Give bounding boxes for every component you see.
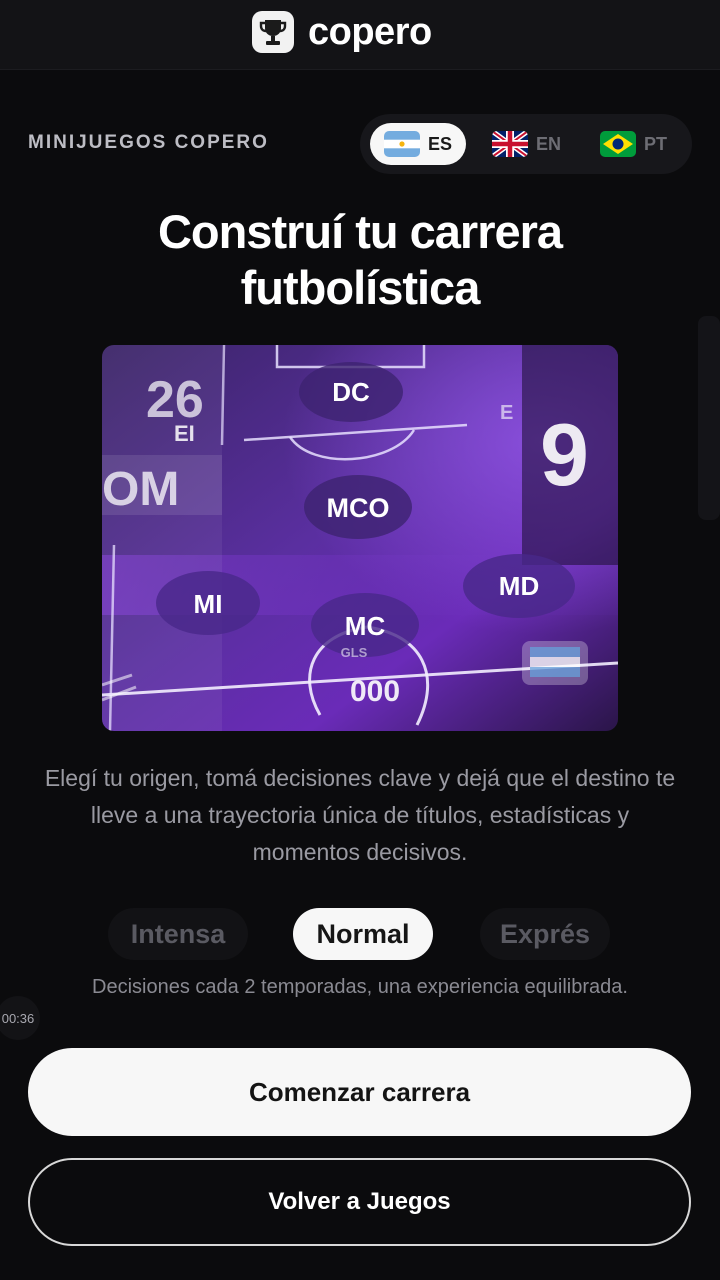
mode-normal-button[interactable]: Normal [293, 908, 433, 960]
language-option-es[interactable]: ES [370, 123, 467, 165]
scrollbar[interactable] [698, 316, 720, 520]
app-name: copero [308, 11, 432, 53]
language-switcher: ES EN PT [360, 114, 692, 174]
position-dc: DC [332, 377, 370, 407]
language-label-es: ES [428, 133, 453, 154]
position-mc: MC [345, 611, 386, 641]
football-pitch-illustration: OM 26 EI E 9 DC MCO MI MD MC GLS 000 [102, 345, 618, 731]
section-label: MINIJUEGOS COPERO [28, 132, 269, 153]
start-career-button[interactable]: Comenzar carrera [28, 1048, 691, 1136]
description-text: Elegí tu origen, tomá decisiones clave y… [44, 765, 676, 865]
position-md: MD [499, 571, 539, 601]
argentina-flag-icon [384, 131, 420, 157]
mode-description: Decisiones cada 2 temporadas, una experi… [92, 976, 628, 998]
mode-intensa-button[interactable]: Intensa [108, 908, 248, 960]
title-line-2: futbolística [240, 261, 481, 314]
brazil-flag-icon [600, 131, 636, 157]
blurred-card-number-right: 9 [540, 405, 589, 504]
page-title: Construí tu carrera futbolística [60, 204, 660, 316]
language-option-en[interactable]: EN [478, 123, 575, 165]
language-label-en: EN [536, 133, 562, 154]
blurred-label-left: EI [174, 421, 195, 446]
back-to-games-button[interactable]: Volver a Juegos [28, 1158, 691, 1246]
brand[interactable]: copero [252, 10, 432, 54]
top-bar: copero [0, 0, 720, 70]
score-value: 000 [350, 675, 400, 708]
uk-flag-icon [492, 131, 528, 157]
language-label-pt: PT [644, 133, 668, 154]
trophy-icon [252, 11, 294, 53]
position-mi: MI [194, 589, 223, 619]
score-label: GLS [341, 645, 368, 660]
language-option-pt[interactable]: PT [586, 123, 681, 165]
mode-expres-button[interactable]: Exprés [480, 908, 610, 960]
blurred-label-right: E [500, 402, 513, 424]
position-mco: MCO [327, 493, 390, 523]
title-line-1: Construí tu carrera [157, 205, 563, 258]
blurred-card-text: OM [102, 463, 179, 516]
timer-badge: 00:36 [0, 996, 40, 1040]
